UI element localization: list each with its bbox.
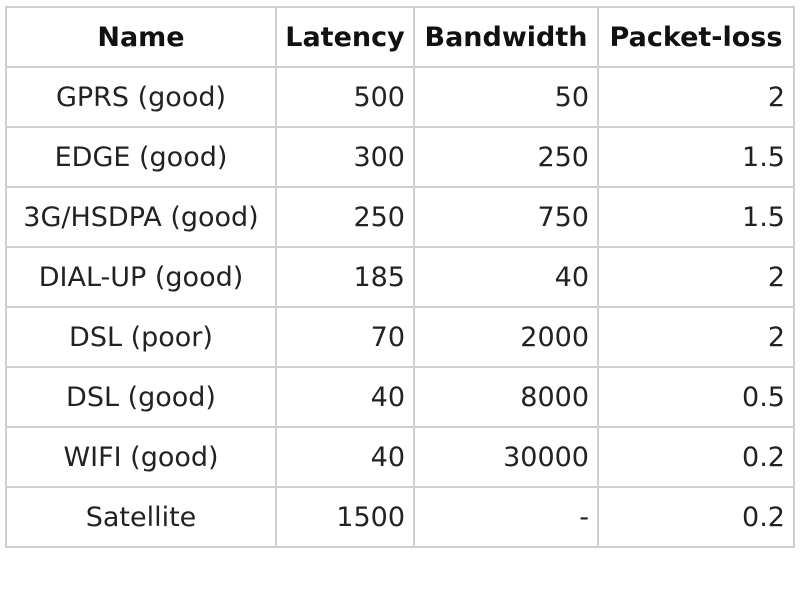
table-row: DIAL-UP (good) 185 40 2 <box>5 246 795 308</box>
header-name: Name <box>5 6 277 68</box>
cell-latency: 1500 <box>275 486 415 548</box>
table-row: 3G/HSDPA (good) 250 750 1.5 <box>5 186 795 248</box>
cell-name: EDGE (good) <box>5 126 277 188</box>
table-row: Satellite 1500 - 0.2 <box>5 486 795 548</box>
header-latency: Latency <box>275 6 415 68</box>
table-row: GPRS (good) 500 50 2 <box>5 66 795 128</box>
cell-packet-loss: 2 <box>597 306 795 368</box>
cell-name: WIFI (good) <box>5 426 277 488</box>
cell-latency: 300 <box>275 126 415 188</box>
cell-latency: 500 <box>275 66 415 128</box>
cell-latency: 40 <box>275 426 415 488</box>
cell-name: DSL (poor) <box>5 306 277 368</box>
table-row: EDGE (good) 300 250 1.5 <box>5 126 795 188</box>
header-packet-loss: Packet-loss <box>597 6 795 68</box>
header-row: Name Latency Bandwidth Packet-loss <box>5 6 795 68</box>
cell-bandwidth: 50 <box>413 66 599 128</box>
cell-packet-loss: 2 <box>597 246 795 308</box>
cell-latency: 250 <box>275 186 415 248</box>
cell-latency: 40 <box>275 366 415 428</box>
table-row: DSL (poor) 70 2000 2 <box>5 306 795 368</box>
cell-bandwidth: 2000 <box>413 306 599 368</box>
cell-name: 3G/HSDPA (good) <box>5 186 277 248</box>
cell-name: DIAL-UP (good) <box>5 246 277 308</box>
network-profiles-table: Name Latency Bandwidth Packet-loss GPRS … <box>5 6 795 548</box>
cell-bandwidth: 30000 <box>413 426 599 488</box>
header-bandwidth: Bandwidth <box>413 6 599 68</box>
cell-bandwidth: - <box>413 486 599 548</box>
cell-name: DSL (good) <box>5 366 277 428</box>
table-row: WIFI (good) 40 30000 0.2 <box>5 426 795 488</box>
cell-bandwidth: 40 <box>413 246 599 308</box>
cell-name: GPRS (good) <box>5 66 277 128</box>
cell-packet-loss: 0.2 <box>597 426 795 488</box>
table-row: DSL (good) 40 8000 0.5 <box>5 366 795 428</box>
cell-bandwidth: 8000 <box>413 366 599 428</box>
cell-packet-loss: 2 <box>597 66 795 128</box>
cell-packet-loss: 0.2 <box>597 486 795 548</box>
cell-bandwidth: 750 <box>413 186 599 248</box>
cell-latency: 185 <box>275 246 415 308</box>
cell-latency: 70 <box>275 306 415 368</box>
cell-packet-loss: 0.5 <box>597 366 795 428</box>
cell-packet-loss: 1.5 <box>597 126 795 188</box>
cell-name: Satellite <box>5 486 277 548</box>
cell-packet-loss: 1.5 <box>597 186 795 248</box>
cell-bandwidth: 250 <box>413 126 599 188</box>
